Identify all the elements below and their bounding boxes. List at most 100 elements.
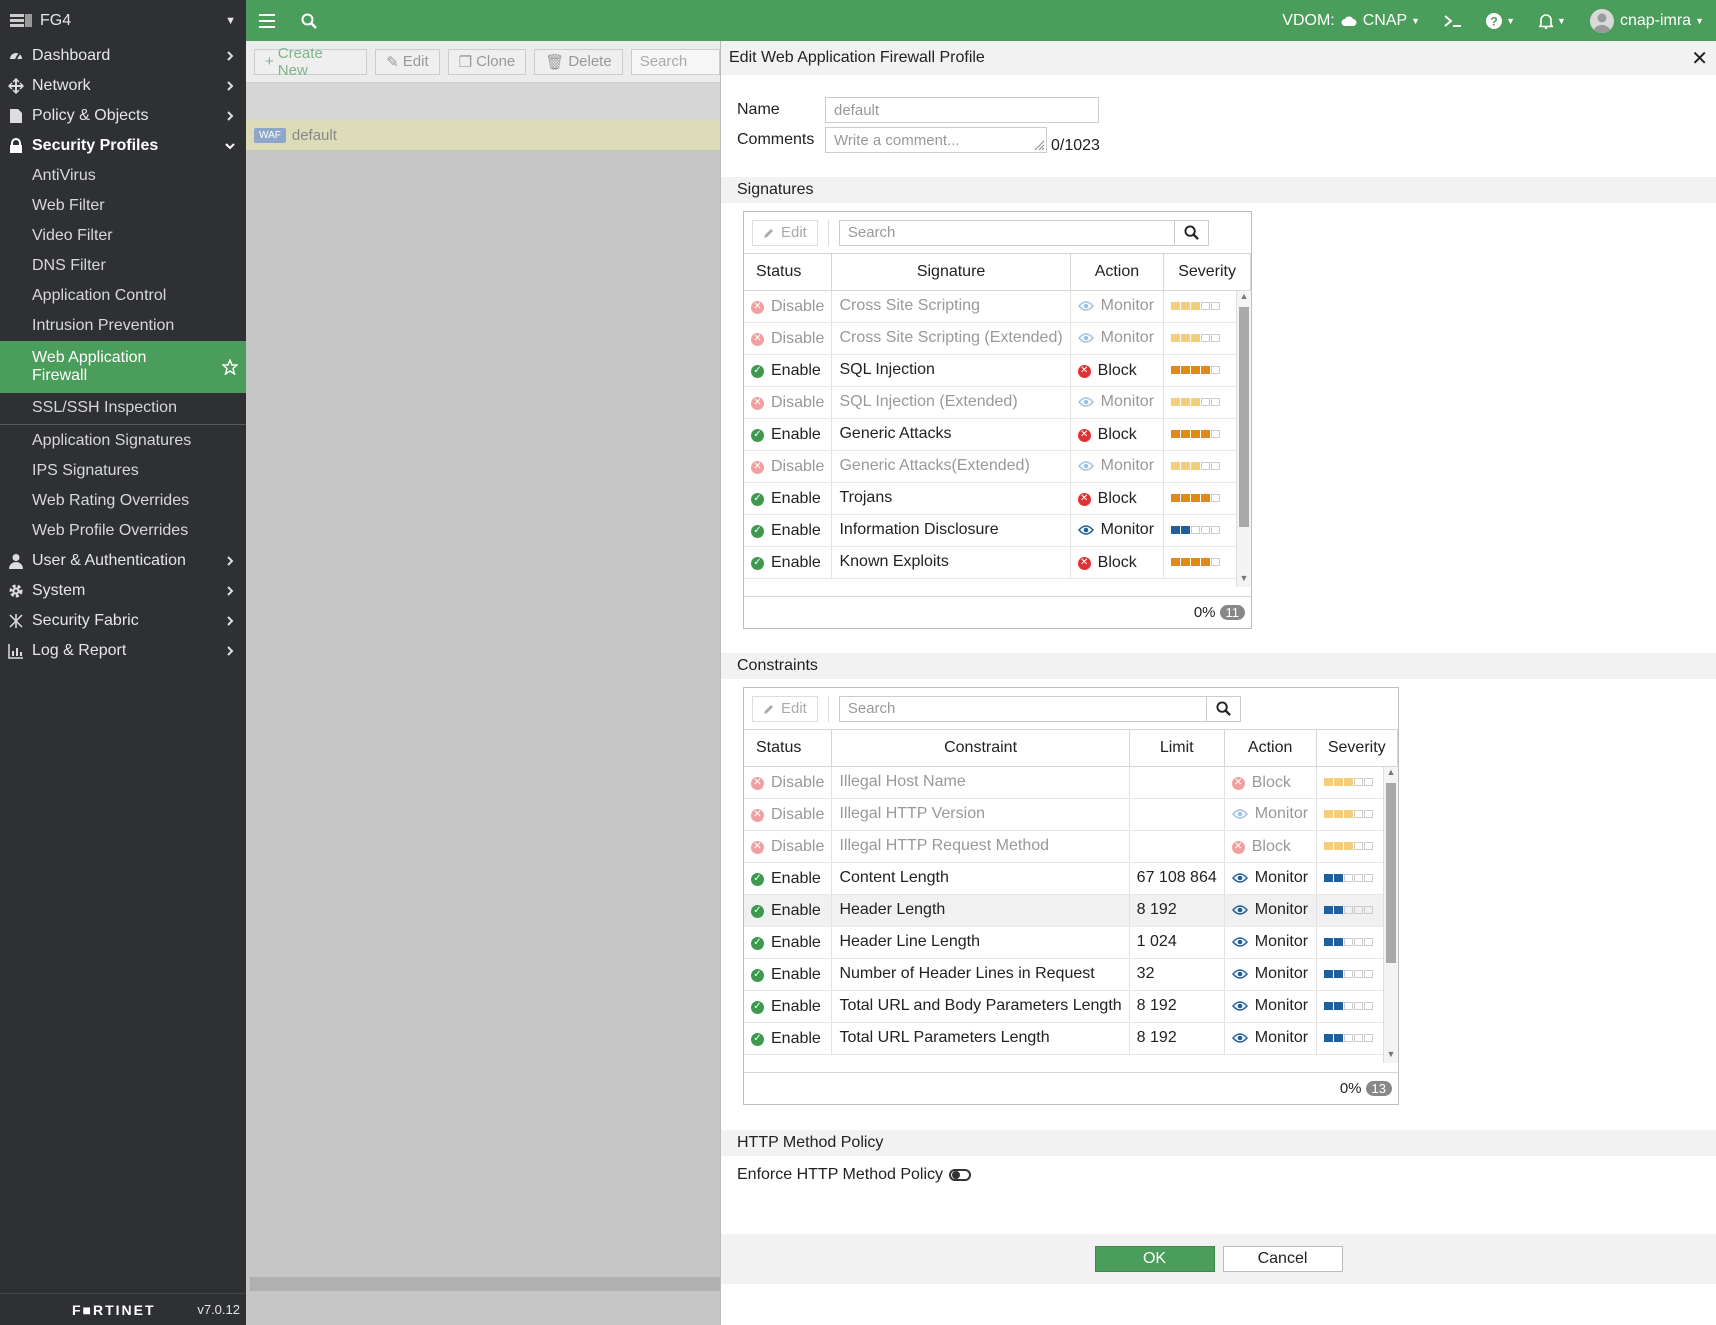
severity-segment (1181, 525, 1191, 534)
column-header-signature[interactable]: Signature (831, 254, 1071, 291)
column-header-limit[interactable]: Limit (1129, 730, 1225, 767)
clone-button[interactable]: ❐ Clone (447, 48, 527, 75)
scroll-thumb[interactable] (1239, 307, 1249, 527)
notifications-button[interactable]: ▼ (1527, 0, 1578, 41)
nav-network[interactable]: Network (0, 71, 246, 101)
table-row[interactable]: ✕ Disable Illegal HTTP Request Method ✕ Bloc… (744, 830, 1398, 863)
sidebar-item-web-filter[interactable]: Web Filter (0, 191, 246, 221)
scroll-up-icon[interactable]: ▲ (1237, 291, 1251, 305)
table-row[interactable]: ✓ Enable Total URL and Body Parameters Len… (744, 990, 1398, 1023)
nav-dashboard[interactable]: Dashboard (0, 41, 246, 71)
device-selector[interactable]: FG4 ▼ (0, 0, 246, 41)
table-row[interactable]: ✓ Enable Generic Attacks ✕ Block (744, 418, 1251, 451)
column-header-constraint[interactable]: Constraint (831, 730, 1130, 767)
column-header-action[interactable]: Action (1070, 254, 1165, 291)
signatures-edit-button[interactable]: Edit (752, 219, 818, 246)
user-menu[interactable]: cnap-imra ▼ (1578, 0, 1716, 41)
search-placeholder: Search (847, 224, 896, 241)
table-row[interactable]: ✕ Disable Generic Attacks(Extended) Monitor (744, 450, 1251, 483)
cancel-button[interactable]: Cancel (1222, 1246, 1343, 1272)
sidebar-item-web-application-firewall[interactable]: Web Application Firewall (0, 341, 246, 393)
ok-button[interactable]: OK (1094, 1246, 1215, 1272)
scroll-thumb[interactable] (1386, 783, 1396, 963)
table-row[interactable]: ✓ Enable Number of Header Lines in Request… (744, 958, 1398, 991)
edit-button[interactable]: ✎ Edit (375, 48, 440, 75)
table-row[interactable]: WAF default (246, 120, 720, 150)
create-new-button[interactable]: + Create New (254, 45, 368, 79)
star-icon[interactable] (222, 359, 238, 375)
scroll-down-icon[interactable]: ▼ (1237, 573, 1251, 587)
constraints-scrollbar[interactable]: ▲ ▼ (1383, 767, 1398, 1063)
signatures-search-input[interactable]: Search (838, 219, 1209, 246)
sidebar-item-application-control[interactable]: Application Control (0, 281, 246, 311)
resize-handle-icon[interactable] (1033, 139, 1045, 151)
column-header-severity[interactable]: Severity (1163, 254, 1251, 291)
enforce-http-method-toggle[interactable] (949, 1169, 972, 1181)
vdom-selector[interactable]: VDOM: CNAP ▼ (1270, 0, 1432, 41)
sidebar-item-dns-filter[interactable]: DNS Filter (0, 251, 246, 281)
table-row[interactable]: ✓ Enable Known Exploits ✕ Block (744, 546, 1251, 579)
table-row[interactable]: ✕ Disable Illegal Host Name ✕ Block (744, 766, 1398, 799)
table-row[interactable]: ✓ Enable Total URL Parameters Length 8 192 M… (744, 1022, 1398, 1055)
table-row[interactable]: ✕ Disable SQL Injection (Extended) Monitor (744, 386, 1251, 419)
comments-field[interactable]: Write a comment... (825, 127, 1047, 153)
nav-user-authentication[interactable]: User & Authentication (0, 546, 246, 576)
sidebar-item-web-rating-overrides[interactable]: Web Rating Overrides (0, 486, 246, 516)
dialog-title-bar: Edit Web Application Firewall Profile ✕ (721, 41, 1716, 75)
constraints-edit-button[interactable]: Edit (752, 695, 818, 722)
search-button[interactable] (1173, 220, 1208, 245)
column-header-action[interactable]: Action (1224, 730, 1317, 767)
table-row[interactable]: ✓ Enable Trojans ✕ Block (744, 482, 1251, 515)
nav-policy-objects[interactable]: Policy & Objects (0, 101, 246, 131)
menu-toggle-button[interactable] (246, 0, 288, 41)
nav-log-report[interactable]: Log & Report (0, 636, 246, 666)
severity-segment (1333, 777, 1343, 786)
status-text: Disable (771, 838, 825, 855)
search-icon (1184, 225, 1199, 240)
sidebar-item-intrusion-prevention[interactable]: Intrusion Prevention (0, 311, 246, 341)
help-button[interactable]: ? ▼ (1474, 0, 1527, 41)
global-search-button[interactable] (288, 0, 330, 41)
severity-meter (1323, 841, 1373, 850)
severity-meter (1323, 873, 1373, 882)
table-row[interactable]: ✓ Enable Information Disclosure Monitor (744, 514, 1251, 547)
sidebar-item-application-signatures[interactable]: Application Signatures (0, 426, 246, 456)
column-header-status[interactable]: Status (744, 254, 833, 291)
table-row[interactable]: ✕ Disable Cross Site Scripting (Extended) M… (744, 322, 1251, 355)
table-row[interactable]: ✓ Enable SQL Injection ✕ Block (744, 354, 1251, 387)
nav-security-profiles[interactable]: Security Profiles (0, 131, 246, 161)
scroll-down-icon[interactable]: ▼ (1384, 1049, 1398, 1063)
signatures-scrollbar[interactable]: ▲ ▼ (1236, 291, 1251, 587)
table-row[interactable]: ✓ Enable Header Line Length 1 024 Monitor (744, 926, 1398, 959)
sidebar-item-web-profile-overrides[interactable]: Web Profile Overrides (0, 516, 246, 546)
constraints-search-input[interactable]: Search (838, 695, 1241, 722)
search-button[interactable] (1205, 696, 1240, 721)
name-field[interactable]: default (825, 97, 1099, 123)
table-row[interactable]: ✓ Enable Content Length 67 108 864 Monitor (744, 862, 1398, 895)
status-cell: ✓ Enable (744, 958, 833, 991)
sidebar-item-ips-signatures[interactable]: IPS Signatures (0, 456, 246, 486)
svg-text:?: ? (1490, 14, 1497, 28)
severity-segment (1353, 1033, 1363, 1042)
list-search-input[interactable]: Search (630, 48, 720, 75)
nav-security-fabric[interactable]: Security Fabric (0, 606, 246, 636)
edit-waf-profile-dialog: Edit Web Application Firewall Profile ✕ … (720, 41, 1716, 1325)
avatar (1589, 8, 1614, 33)
action-text: Block (1251, 774, 1291, 791)
table-row[interactable]: ✕ Disable Illegal HTTP Version Monitor (744, 798, 1398, 831)
column-header-status[interactable]: Status (744, 730, 833, 767)
cli-console-button[interactable] (1432, 0, 1474, 41)
sidebar-item-video-filter[interactable]: Video Filter (0, 221, 246, 251)
constraints-footer: 0% 13 (744, 1072, 1398, 1104)
column-header-severity[interactable]: Severity (1316, 730, 1398, 767)
nav-system[interactable]: System (0, 576, 246, 606)
sidebar-item-ssl-ssh-inspection[interactable]: SSL/SSH Inspection (0, 393, 246, 423)
sidebar-item-antivirus[interactable]: AntiVirus (0, 161, 246, 191)
scroll-up-icon[interactable]: ▲ (1384, 767, 1398, 781)
limit-cell: 8 192 (1129, 990, 1225, 1023)
close-icon[interactable]: ✕ (1691, 46, 1708, 71)
delete-button[interactable]: 🗑 Delete (534, 48, 623, 75)
table-row[interactable]: ✓ Enable Header Length 8 192 Monitor (744, 894, 1398, 927)
table-row[interactable]: ✕ Disable Cross Site Scripting Monitor (744, 290, 1251, 323)
horizontal-scrollbar[interactable] (250, 1277, 720, 1291)
